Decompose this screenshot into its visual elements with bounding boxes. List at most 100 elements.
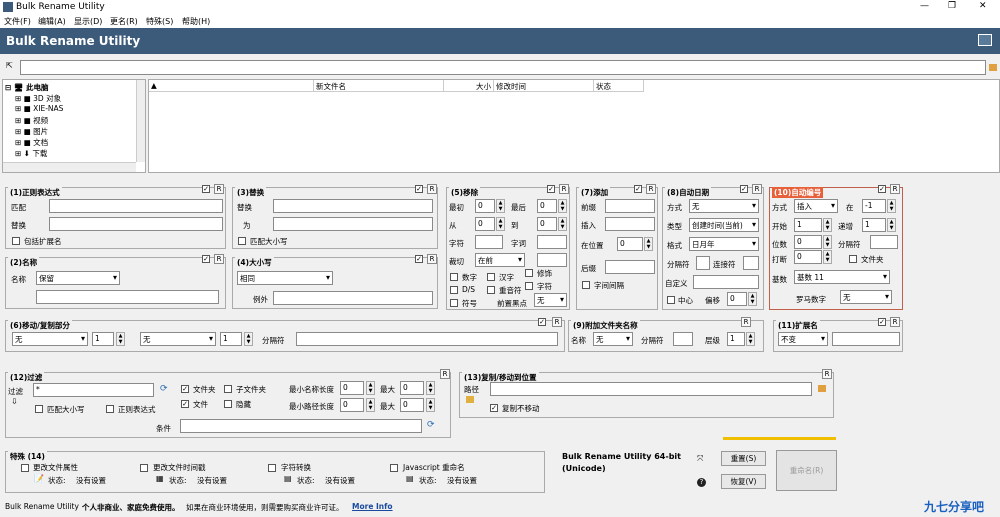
column-size[interactable]: 大小 xyxy=(444,80,494,92)
chars-input[interactable] xyxy=(475,235,503,249)
at-pos-spinner[interactable]: ▲ ▼ xyxy=(644,237,653,251)
mode-select[interactable]: 插入 xyxy=(794,199,838,213)
column-name[interactable]: ▲ xyxy=(149,80,314,92)
except-input[interactable] xyxy=(273,291,433,305)
enable-checkbox[interactable]: ✓ xyxy=(415,255,423,263)
enable-checkbox[interactable]: ✓ xyxy=(878,318,886,326)
folder-browse-icon[interactable] xyxy=(989,64,997,71)
crop-select[interactable]: 在前 xyxy=(475,253,525,267)
tree-item[interactable]: ⊞ ■ XIE-NAS xyxy=(15,104,63,113)
with-input[interactable] xyxy=(273,217,433,231)
reset-r-button[interactable]: R xyxy=(752,184,762,194)
tree-item[interactable]: ⊞ ■ 视频 xyxy=(15,115,48,126)
format-select[interactable]: 日月年 xyxy=(689,237,759,251)
enable-checkbox[interactable]: ✓ xyxy=(740,185,748,193)
cond-input[interactable] xyxy=(180,419,422,433)
symbols-checkbox[interactable] xyxy=(450,299,458,307)
column-modified[interactable]: 修改时间 xyxy=(494,80,594,92)
folder-tree[interactable]: ⊟ 🖥 此电脑 ⊞ ■ 3D 对象 ⊞ ■ XIE-NAS ⊞ ■ 视频 ⊞ ■… xyxy=(2,79,146,173)
move-count-input[interactable]: 1 xyxy=(92,332,114,346)
max-name-input[interactable]: 0 xyxy=(400,381,424,395)
offset-spinner[interactable]: ▲ ▼ xyxy=(748,292,757,306)
reset-r-button[interactable]: R xyxy=(822,369,832,379)
chinese-checkbox[interactable] xyxy=(487,273,495,281)
header-icon[interactable] xyxy=(978,34,992,46)
level-input[interactable]: 1 xyxy=(727,332,745,346)
extension-select[interactable]: 不变 xyxy=(778,332,828,346)
folder-icon[interactable] xyxy=(466,396,474,403)
move-count-spinner[interactable]: ▲ ▼ xyxy=(116,332,125,346)
digits-checkbox[interactable] xyxy=(450,273,458,281)
first-input[interactable]: 0 xyxy=(475,199,495,213)
regex-checkbox[interactable] xyxy=(106,405,114,413)
reset-r-button[interactable]: R xyxy=(214,184,224,194)
minimize-button[interactable]: — xyxy=(920,1,929,11)
trim-checkbox[interactable] xyxy=(525,269,533,277)
name-select[interactable]: 保留 xyxy=(36,271,120,285)
at-pos-input[interactable]: 0 xyxy=(617,237,643,251)
hidden-checkbox[interactable] xyxy=(224,400,232,408)
from-spinner[interactable]: ▲ ▼ xyxy=(496,217,505,231)
sep-input[interactable] xyxy=(870,235,898,249)
tree-root[interactable]: ⊟ 🖥 此电脑 xyxy=(5,82,49,93)
path-input[interactable] xyxy=(20,60,986,75)
at-spinner[interactable]: ▲ ▼ xyxy=(887,199,896,213)
reset-r-button[interactable]: R xyxy=(890,184,900,194)
reset-r-button[interactable]: R xyxy=(552,317,562,327)
reset-r-button[interactable]: R xyxy=(427,254,437,264)
help-icon[interactable]: ? xyxy=(697,478,706,487)
enable-checkbox[interactable]: ✓ xyxy=(538,318,546,326)
reset-r-button[interactable]: R xyxy=(427,184,437,194)
offset-input[interactable]: 0 xyxy=(727,292,747,306)
tree-vscrollbar[interactable] xyxy=(136,80,145,162)
filter-input[interactable]: * xyxy=(33,383,154,397)
match-case-checkbox[interactable] xyxy=(238,237,246,245)
tree-item[interactable]: ⊞ ■ 文档 xyxy=(15,137,48,148)
reset-r-button[interactable]: R xyxy=(559,184,569,194)
subfolders-checkbox[interactable] xyxy=(224,385,232,393)
min-path-spinner[interactable]: ▲ ▼ xyxy=(366,398,375,412)
replace-input[interactable] xyxy=(273,199,433,213)
start-spinner[interactable]: ▲ ▼ xyxy=(823,218,832,232)
prefix-input[interactable] xyxy=(605,199,655,213)
reset-r-button[interactable]: R xyxy=(646,184,656,194)
files-checkbox[interactable]: ✓ xyxy=(181,400,189,408)
custom-input[interactable] xyxy=(693,275,759,289)
min-path-input[interactable]: 0 xyxy=(340,398,364,412)
words-input[interactable] xyxy=(537,235,567,249)
mode-select[interactable]: 无 xyxy=(689,199,759,213)
enable-checkbox[interactable]: ✓ xyxy=(547,185,555,193)
ds-checkbox[interactable] xyxy=(450,286,458,294)
from-input[interactable]: 0 xyxy=(475,217,495,231)
to-spinner[interactable]: ▲ ▼ xyxy=(558,217,567,231)
enable-checkbox[interactable]: ✓ xyxy=(415,185,423,193)
column-status[interactable]: 状态 xyxy=(594,80,644,92)
enable-checkbox[interactable]: ✓ xyxy=(202,185,210,193)
max-path-spinner[interactable]: ▲ ▼ xyxy=(426,398,435,412)
menu-file[interactable]: 文件(F) xyxy=(4,16,31,27)
more-info-link[interactable]: More Info xyxy=(352,502,393,511)
folder-checkbox[interactable] xyxy=(849,255,857,263)
connect-input[interactable] xyxy=(743,256,759,270)
move-to-count-input[interactable]: 1 xyxy=(220,332,242,346)
insert-input[interactable] xyxy=(605,217,655,231)
filter-icon[interactable]: ⇩ xyxy=(11,397,18,406)
undo-button[interactable]: 恢复(V) xyxy=(721,474,766,489)
tree-hscrollbar[interactable] xyxy=(3,162,136,172)
reset-r-button[interactable]: R xyxy=(440,369,450,379)
accent-checkbox[interactable] xyxy=(487,286,495,294)
name-select[interactable]: 无 xyxy=(593,332,633,346)
menu-rename[interactable]: 更名(R) xyxy=(110,16,138,27)
folders-checkbox[interactable]: ✓ xyxy=(181,385,189,393)
start-input[interactable]: 1 xyxy=(794,218,822,232)
move-to-count-spinner[interactable]: ▲ ▼ xyxy=(244,332,253,346)
reset-r-button[interactable]: R xyxy=(214,254,224,264)
sep-input[interactable] xyxy=(296,332,558,346)
suffix-input[interactable] xyxy=(605,260,655,274)
timestamp-checkbox[interactable] xyxy=(140,464,148,472)
cond-refresh-icon[interactable]: ⟳ xyxy=(427,420,435,430)
sep-input[interactable] xyxy=(673,332,693,346)
close-button[interactable]: ✕ xyxy=(979,1,987,11)
reset-button[interactable]: 重置(S) xyxy=(721,451,766,466)
file-list[interactable]: ▲ 新文件名 大小 修改时间 状态 xyxy=(148,79,1000,173)
